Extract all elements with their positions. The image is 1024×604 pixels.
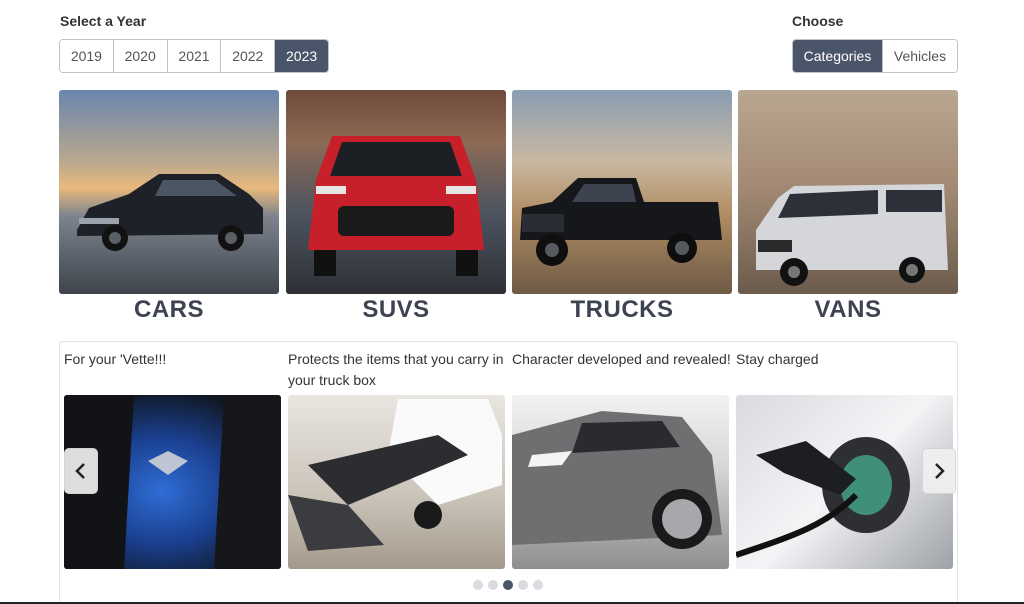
category-title[interactable]: TRUCKS (512, 296, 732, 324)
category-title[interactable]: CARS (59, 296, 279, 324)
choose-button-group: Categories Vehicles (792, 39, 958, 73)
year-2023-button[interactable]: 2023 (275, 40, 328, 72)
trucks-image[interactable] (512, 90, 732, 294)
carousel-dot[interactable] (488, 580, 498, 590)
carousel-slide[interactable]: For your 'Vette!!! (64, 342, 284, 569)
year-button-group: 2019 2020 2021 2022 2023 (59, 39, 329, 73)
accessories-carousel: For your 'Vette!!! Protects the items th… (59, 341, 958, 604)
carousel-dot[interactable] (518, 580, 528, 590)
carousel-slide[interactable]: Protects the items that you carry in you… (288, 342, 508, 569)
category-title[interactable]: VANS (738, 296, 958, 324)
truck-bed-illustration (288, 399, 502, 551)
cars-image[interactable] (59, 90, 279, 294)
carousel-slide[interactable]: Stay charged (736, 342, 956, 569)
sports-car-illustration (512, 411, 722, 549)
category-suvs[interactable]: SUVS (286, 90, 506, 324)
carousel-slide[interactable]: Character developed and revealed! (512, 342, 732, 569)
vans-image[interactable] (738, 90, 958, 294)
carousel-prev-button[interactable] (64, 448, 98, 494)
suv-illustration (308, 136, 484, 276)
sedan-illustration (77, 174, 263, 251)
year-2021-button[interactable]: 2021 (167, 40, 222, 72)
category-vans[interactable]: VANS (738, 90, 958, 324)
slide-caption: For your 'Vette!!! (64, 351, 167, 367)
year-2020-button[interactable]: 2020 (113, 40, 168, 72)
carousel-dot[interactable] (473, 580, 483, 590)
category-title[interactable]: SUVS (286, 296, 506, 324)
truck-bed-cover-image[interactable] (288, 395, 505, 569)
choose-label: Choose (792, 13, 844, 29)
category-trucks[interactable]: TRUCKS (512, 90, 732, 324)
carousel-dot-active[interactable] (503, 580, 513, 590)
year-2022-button[interactable]: 2022 (221, 40, 276, 72)
vehicles-button[interactable]: Vehicles (883, 40, 957, 72)
ev-charging-image[interactable] (736, 395, 953, 569)
carousel-dot[interactable] (533, 580, 543, 590)
slide-caption: Character developed and revealed! (512, 351, 731, 367)
slide-caption: Protects the items that you carry in you… (288, 351, 504, 388)
slide-caption: Stay charged (736, 351, 819, 367)
carousel-indicators (473, 580, 543, 590)
year-2019-button[interactable]: 2019 (60, 40, 114, 72)
category-cars[interactable]: CARS (59, 90, 279, 324)
pickup-truck-illustration (520, 178, 722, 266)
year-select-label: Select a Year (60, 13, 147, 29)
suvs-image[interactable] (286, 90, 506, 294)
categories-button[interactable]: Categories (793, 40, 883, 72)
chevron-left-icon (75, 463, 85, 479)
van-illustration (756, 184, 948, 286)
chevron-right-icon (935, 463, 945, 479)
charging-port-illustration (736, 437, 910, 558)
carousel-next-button[interactable] (922, 448, 956, 494)
corvette-stingray-image[interactable] (512, 395, 729, 569)
